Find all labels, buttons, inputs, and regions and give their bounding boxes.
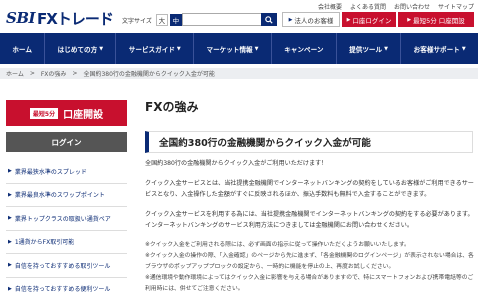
usage-paragraph: クイック入金サービスを利用する為には、当社提携金融機関でインターネットバンキング… — [145, 211, 474, 229]
util-link-company[interactable]: 会社概要 — [318, 2, 342, 11]
arrow-right-icon: ▶ — [8, 238, 12, 245]
sidebar-item-spread[interactable]: ▶ 業界最狭水準のスプレッド — [6, 160, 127, 184]
nav-support-label: お客様サポート — [413, 45, 460, 54]
nav-service-guide[interactable]: サービスガイド ▼ — [116, 33, 195, 64]
sidebar-menu: ▶ 業界最狭水準のスプレッド ▶ 業界最良水準のスワップポイント ▶ 業界トップクラス… — [6, 160, 127, 298]
breadcrumb-home[interactable]: ホーム — [6, 69, 24, 78]
nav-home[interactable]: ホーム — [0, 33, 46, 64]
sidebar-item-label: 1通貨からFX取引可能 — [14, 239, 75, 247]
nav-market-info-label: マーケット情報 — [206, 45, 253, 54]
main-nav: ホーム はじめての方 ▼ サービスガイド ▼ マーケット情報 ▼ キャンペーン 提供ツ… — [0, 33, 478, 64]
breadcrumb-separator-icon: > — [29, 70, 35, 77]
chevron-down-icon: ▼ — [176, 45, 181, 52]
sidebar-login-button[interactable]: ログイン — [6, 132, 127, 152]
open-account-label: 口座開設 — [63, 109, 104, 121]
breadcrumb: ホーム > FXの強み > 全国約380行の金融機関からクイック入金が可能 — [0, 68, 478, 79]
page-title: FXの強み — [145, 100, 199, 114]
arrow-right-icon: ▶ — [8, 285, 12, 292]
sidebar-item-one-unit[interactable]: ▶ 1通貨からFX取引可能 — [6, 231, 127, 254]
note-popup-block: ※クイック入金の操作の際、「入金確認」のページから先に進まず、「各金融機関のログ… — [145, 253, 474, 270]
section-heading: 全国約380行の金融機関からクイック入金が可能 — [145, 131, 473, 153]
text-size-medium[interactable]: 中 — [169, 14, 182, 26]
util-link-sitemap[interactable]: サイトマップ — [438, 2, 474, 11]
logo-fx-trade: FXトレード — [37, 9, 114, 28]
account-login-button[interactable]: ▶ 口座ログイン — [342, 12, 396, 27]
nav-beginners-label: はじめての方 — [57, 45, 98, 54]
breadcrumb-strengths[interactable]: FXの強み — [41, 69, 67, 78]
nav-market-info[interactable]: マーケット情報 ▼ — [194, 33, 272, 64]
arrow-right-icon: ▶ — [8, 215, 12, 222]
corporate-customers-button[interactable]: ▶ 法人のお客様 — [282, 12, 340, 27]
intro-paragraph: 全国約380行の金融機関からクイック入金がご利用いただけます！ — [145, 160, 328, 167]
sidebar-item-trade-tools[interactable]: ▶ 自信を持っておすすめる取引ツール — [6, 254, 127, 278]
nav-beginners[interactable]: はじめての方 ▼ — [45, 33, 117, 64]
arrow-right-icon: ▶ — [8, 168, 12, 175]
chevron-down-icon: ▼ — [461, 45, 466, 52]
utility-links: 会社概要 よくある質問 お問い合わせ サイトマップ — [318, 2, 474, 11]
nav-support[interactable]: お客様サポート ▼ — [401, 33, 478, 64]
service-description-paragraph: クイック入金サービスとは、当社提携金融機関でインターネットバンキングの契約をして… — [145, 180, 474, 198]
sidebar-item-label: 業界最狭水準のスプレッド — [14, 168, 87, 176]
chevron-down-icon: ▼ — [384, 45, 388, 52]
sidebar-item-label: 業界最良水準のスワップポイント — [14, 192, 105, 200]
nav-tools-label: 提供ツール — [349, 45, 383, 54]
note-follow-instructions: ※クイック入金をご利用される際には、必ず画面の指示に従って操作いただくようお願い… — [145, 242, 410, 248]
chevron-down-icon: ▼ — [254, 45, 259, 52]
open-account-badge: 最短5分 — [29, 107, 59, 119]
sidebar-item-label: 業界トップクラスの取扱い通貨ペア — [14, 215, 111, 223]
sidebar-item-swap[interactable]: ▶ 業界最良水準のスワップポイント — [6, 184, 127, 207]
open-button-label: 最短5分 口座開設 — [413, 16, 465, 25]
login-label: ログイン — [51, 137, 82, 147]
nav-tools[interactable]: 提供ツール ▼ — [337, 33, 402, 64]
nav-service-guide-label: サービスガイド — [128, 45, 175, 54]
util-link-contact[interactable]: お問い合わせ — [394, 2, 430, 11]
util-link-faq[interactable]: よくある質問 — [350, 2, 386, 11]
sidebar-open-account-button[interactable]: 最短5分 口座開設 — [6, 100, 127, 126]
sidebar-item-label: 自信を持っておすすめる取引ツール — [14, 262, 111, 270]
sidebar-item-currency-pairs[interactable]: ▶ 業界トップクラスの取扱い通貨ペア — [6, 207, 127, 231]
corporate-button-label: 法人のお客様 — [294, 16, 334, 25]
sidebar-item-convenient-tools[interactable]: ▶ 自信を持っておすすめる便利ツール — [6, 278, 127, 298]
nav-home-label: ホーム — [12, 45, 32, 54]
note-connection: ※通信環境や動作環境によってはクイック入金に影響を与える場合がありますので、特に… — [145, 275, 474, 292]
search-button[interactable] — [261, 13, 277, 26]
chevron-down-icon: ▼ — [99, 45, 104, 52]
logo-sbi: SBI — [6, 9, 36, 27]
search-icon — [265, 15, 273, 24]
nav-campaign-label: キャンペーン — [284, 45, 324, 54]
login-button-label: 口座ログイン — [352, 16, 392, 25]
sidebar-item-label: 自信を持っておすすめる便利ツール — [14, 286, 111, 294]
arrow-right-icon: ▶ — [8, 191, 12, 198]
arrow-right-icon: ▶ — [8, 262, 12, 269]
breadcrumb-separator-icon: > — [72, 70, 78, 77]
text-size-large[interactable]: 大 — [155, 14, 168, 26]
breadcrumb-current: 全国約380行の金融機関からクイック入金が可能 — [83, 71, 215, 78]
arrow-right-icon: ▶ — [346, 16, 351, 23]
nav-campaign[interactable]: キャンペーン — [272, 33, 337, 64]
text-size-label: 文字サイズ — [122, 17, 152, 25]
arrow-right-icon: ▶ — [288, 16, 293, 23]
open-account-button[interactable]: ▶ 最短5分 口座開設 — [398, 12, 474, 27]
arrow-right-icon: ▶ — [407, 16, 412, 23]
site-logo[interactable]: SBI FXトレード — [6, 6, 114, 30]
